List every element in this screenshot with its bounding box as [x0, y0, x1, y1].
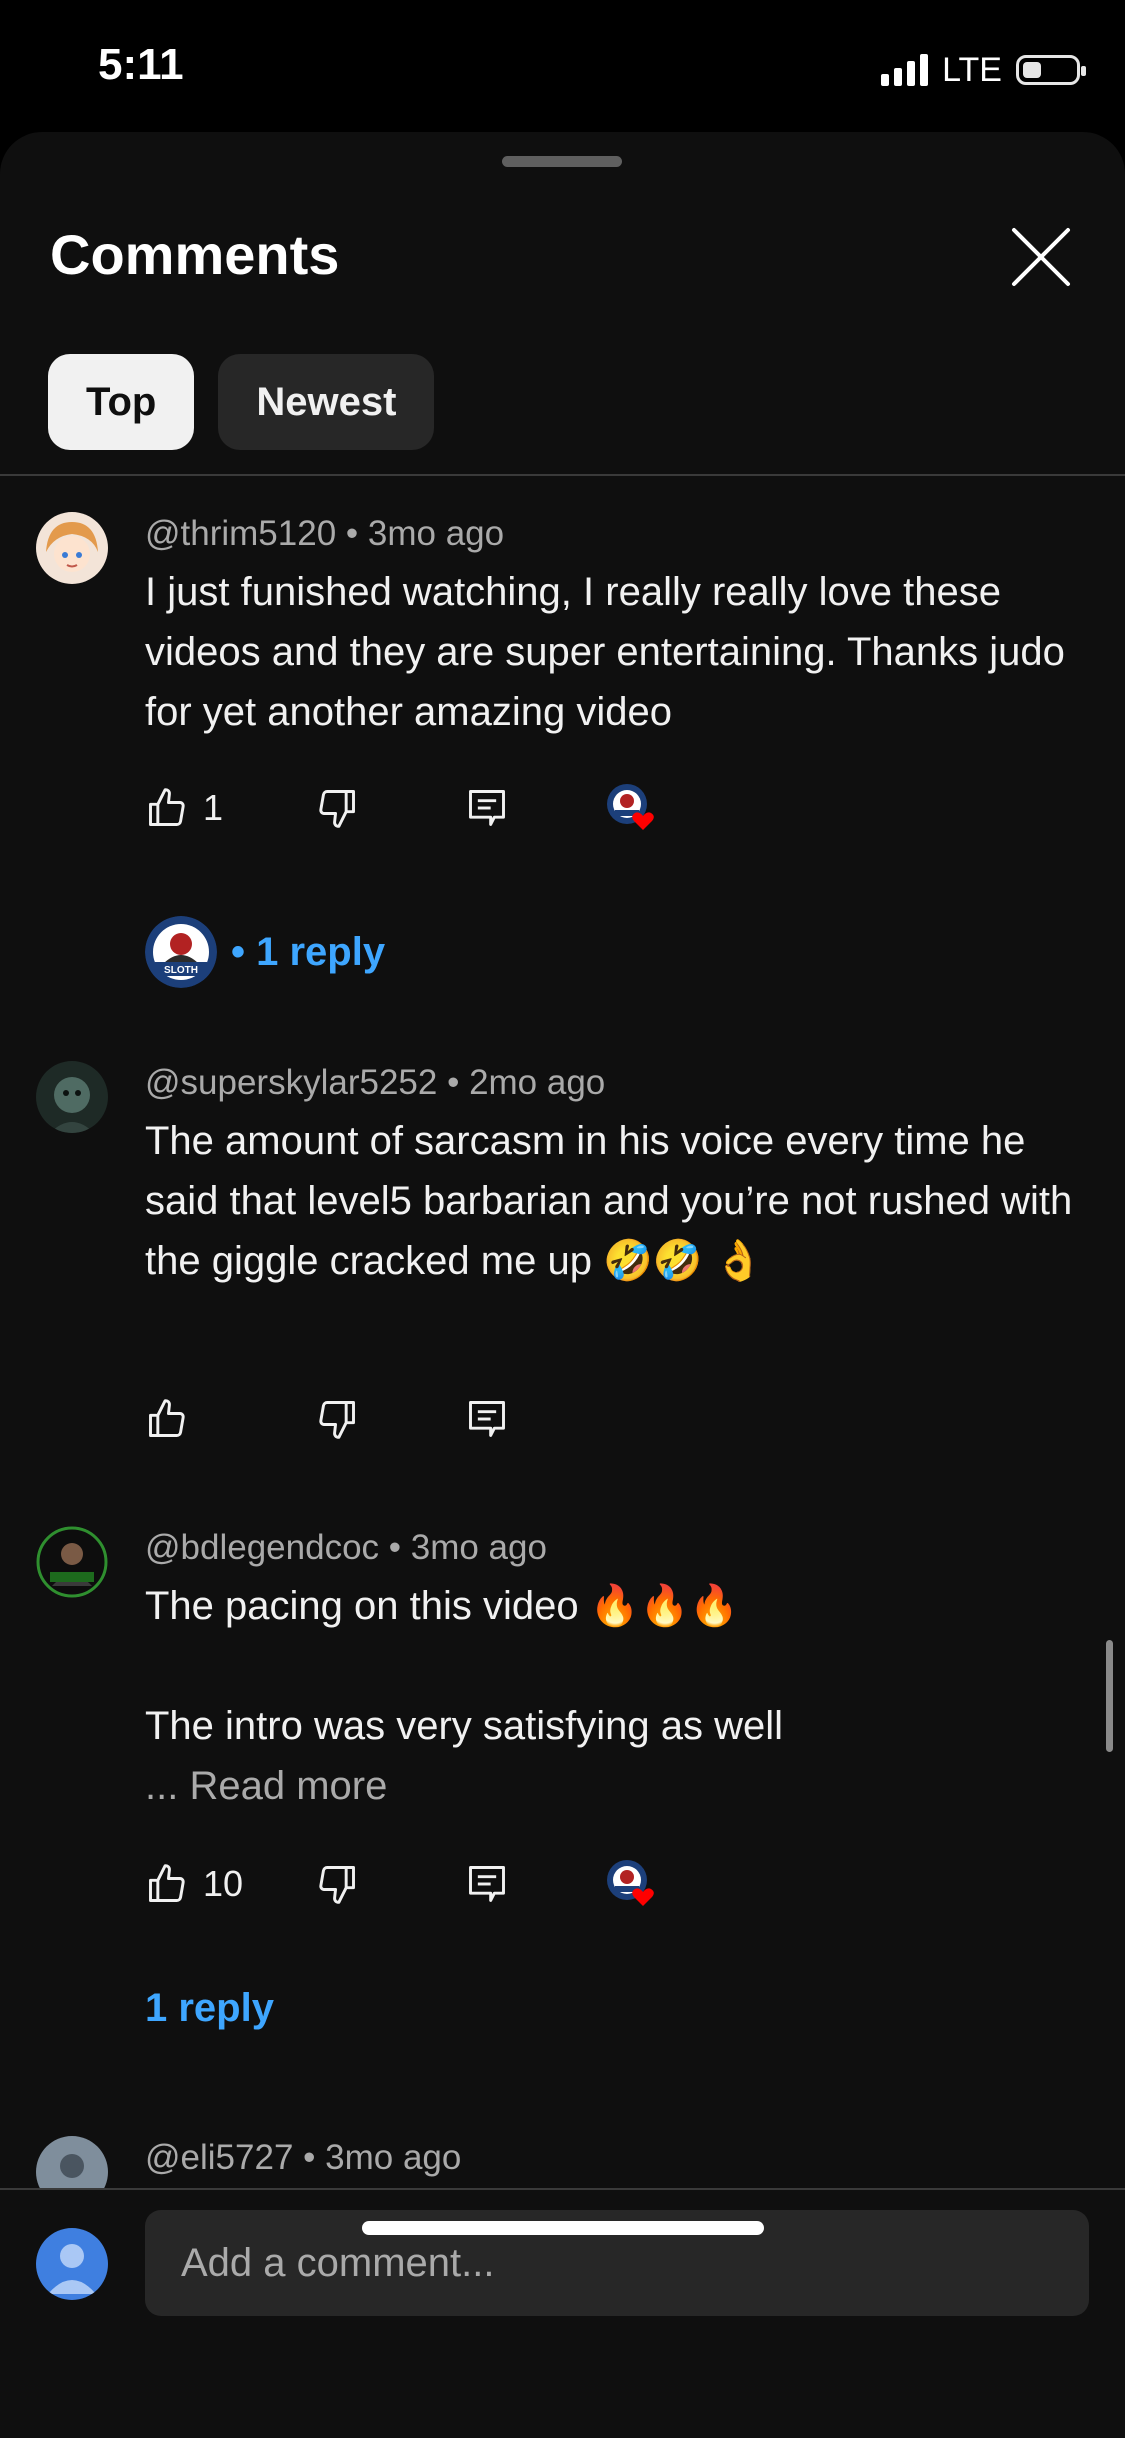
- thumbs-up-icon: [149, 1864, 185, 1902]
- comment-text: I just funished watching, I really reall…: [145, 570, 1065, 734]
- read-more-link[interactable]: ... Read more: [145, 1756, 1075, 1816]
- reply-icon: [469, 1866, 505, 1902]
- status-bar: 5:11 LTE: [0, 0, 1125, 130]
- comment-age: 3mo ago: [367, 514, 505, 553]
- comment-text: The pacing on this video 🔥🔥🔥 The intro w…: [145, 1576, 1075, 1816]
- replies-count: 1 reply: [145, 1986, 274, 2030]
- replies-count: • 1 reply: [231, 929, 386, 974]
- view-replies-link[interactable]: 1 reply: [145, 1986, 274, 2031]
- battery-icon: [1016, 55, 1086, 85]
- dislike-button[interactable]: [315, 778, 359, 838]
- comment-age: 3mo ago: [325, 2138, 462, 2177]
- home-indicator: [362, 2221, 764, 2235]
- user-avatar-icon: [36, 2228, 108, 2300]
- avatar[interactable]: [36, 512, 108, 584]
- comment-text: The amount of sarcasm in his voice every…: [145, 1119, 1073, 1283]
- dislike-button[interactable]: [315, 1389, 359, 1449]
- view-replies-link[interactable]: SLOTH • 1 reply: [145, 916, 385, 988]
- comment-meta: @thrim5120 • 3mo ago: [145, 514, 505, 553]
- thumbs-down-icon: [319, 1401, 355, 1439]
- signal-icon: [881, 54, 929, 86]
- reply-button[interactable]: [465, 778, 509, 838]
- header-divider: [0, 474, 1125, 476]
- like-button[interactable]: 1: [145, 778, 223, 838]
- sheet-title: Comments: [50, 223, 340, 286]
- status-indicators: LTE: [881, 48, 1086, 92]
- comment-author[interactable]: @eli5727: [145, 2138, 293, 2177]
- thumbs-down-icon: [319, 1866, 355, 1904]
- reply-button[interactable]: [465, 1854, 509, 1914]
- thumbs-up-icon: [149, 1399, 185, 1437]
- tab-top[interactable]: Top: [48, 354, 195, 450]
- comment-composer: [0, 2188, 1125, 2438]
- close-button[interactable]: [1008, 224, 1074, 290]
- comment-meta: @eli5727 • 3mo ago: [145, 2138, 462, 2177]
- reply-icon: [469, 790, 505, 826]
- sort-tabs: Top Newest: [48, 354, 435, 450]
- status-time: 5:11: [98, 40, 184, 89]
- dislike-button[interactable]: [315, 1854, 359, 1914]
- like-count: 1: [203, 787, 224, 828]
- close-icon: [1012, 228, 1070, 286]
- comment-age: 2mo ago: [469, 1063, 606, 1102]
- scrollbar-thumb[interactable]: [1106, 1640, 1113, 1752]
- creator-heart-badge: [605, 1858, 655, 1908]
- comment-meta: @bdlegendcoc • 3mo ago: [145, 1528, 547, 1567]
- comment-text-line: The pacing on this video 🔥🔥🔥: [145, 1584, 740, 1628]
- thumbs-down-icon: [319, 790, 355, 828]
- avatar[interactable]: [36, 1061, 108, 1133]
- comment-age: 3mo ago: [410, 1528, 547, 1567]
- reply-button[interactable]: [465, 1389, 509, 1449]
- tab-newest[interactable]: Newest: [218, 354, 435, 450]
- like-count: 10: [203, 1863, 244, 1904]
- reply-icon: [469, 1401, 505, 1437]
- comment-text-line: The intro was very satisfying as well: [145, 1704, 784, 1748]
- drag-handle[interactable]: [502, 156, 622, 167]
- comment-author[interactable]: @bdlegendcoc: [145, 1528, 379, 1567]
- like-button[interactable]: 10: [145, 1854, 243, 1914]
- thumbs-up-icon: [149, 788, 185, 826]
- network-type: LTE: [942, 50, 1002, 89]
- comment-author[interactable]: @superskylar5252: [145, 1063, 437, 1102]
- svg-text:SLOTH: SLOTH: [164, 965, 198, 976]
- creator-heart-badge: [605, 782, 655, 832]
- avatar[interactable]: [36, 1526, 108, 1598]
- comment-meta: @superskylar5252 • 2mo ago: [145, 1063, 606, 1102]
- comment-author[interactable]: @thrim5120: [145, 514, 336, 553]
- creator-avatar: SLOTH: [145, 916, 217, 988]
- like-button[interactable]: [145, 1389, 189, 1449]
